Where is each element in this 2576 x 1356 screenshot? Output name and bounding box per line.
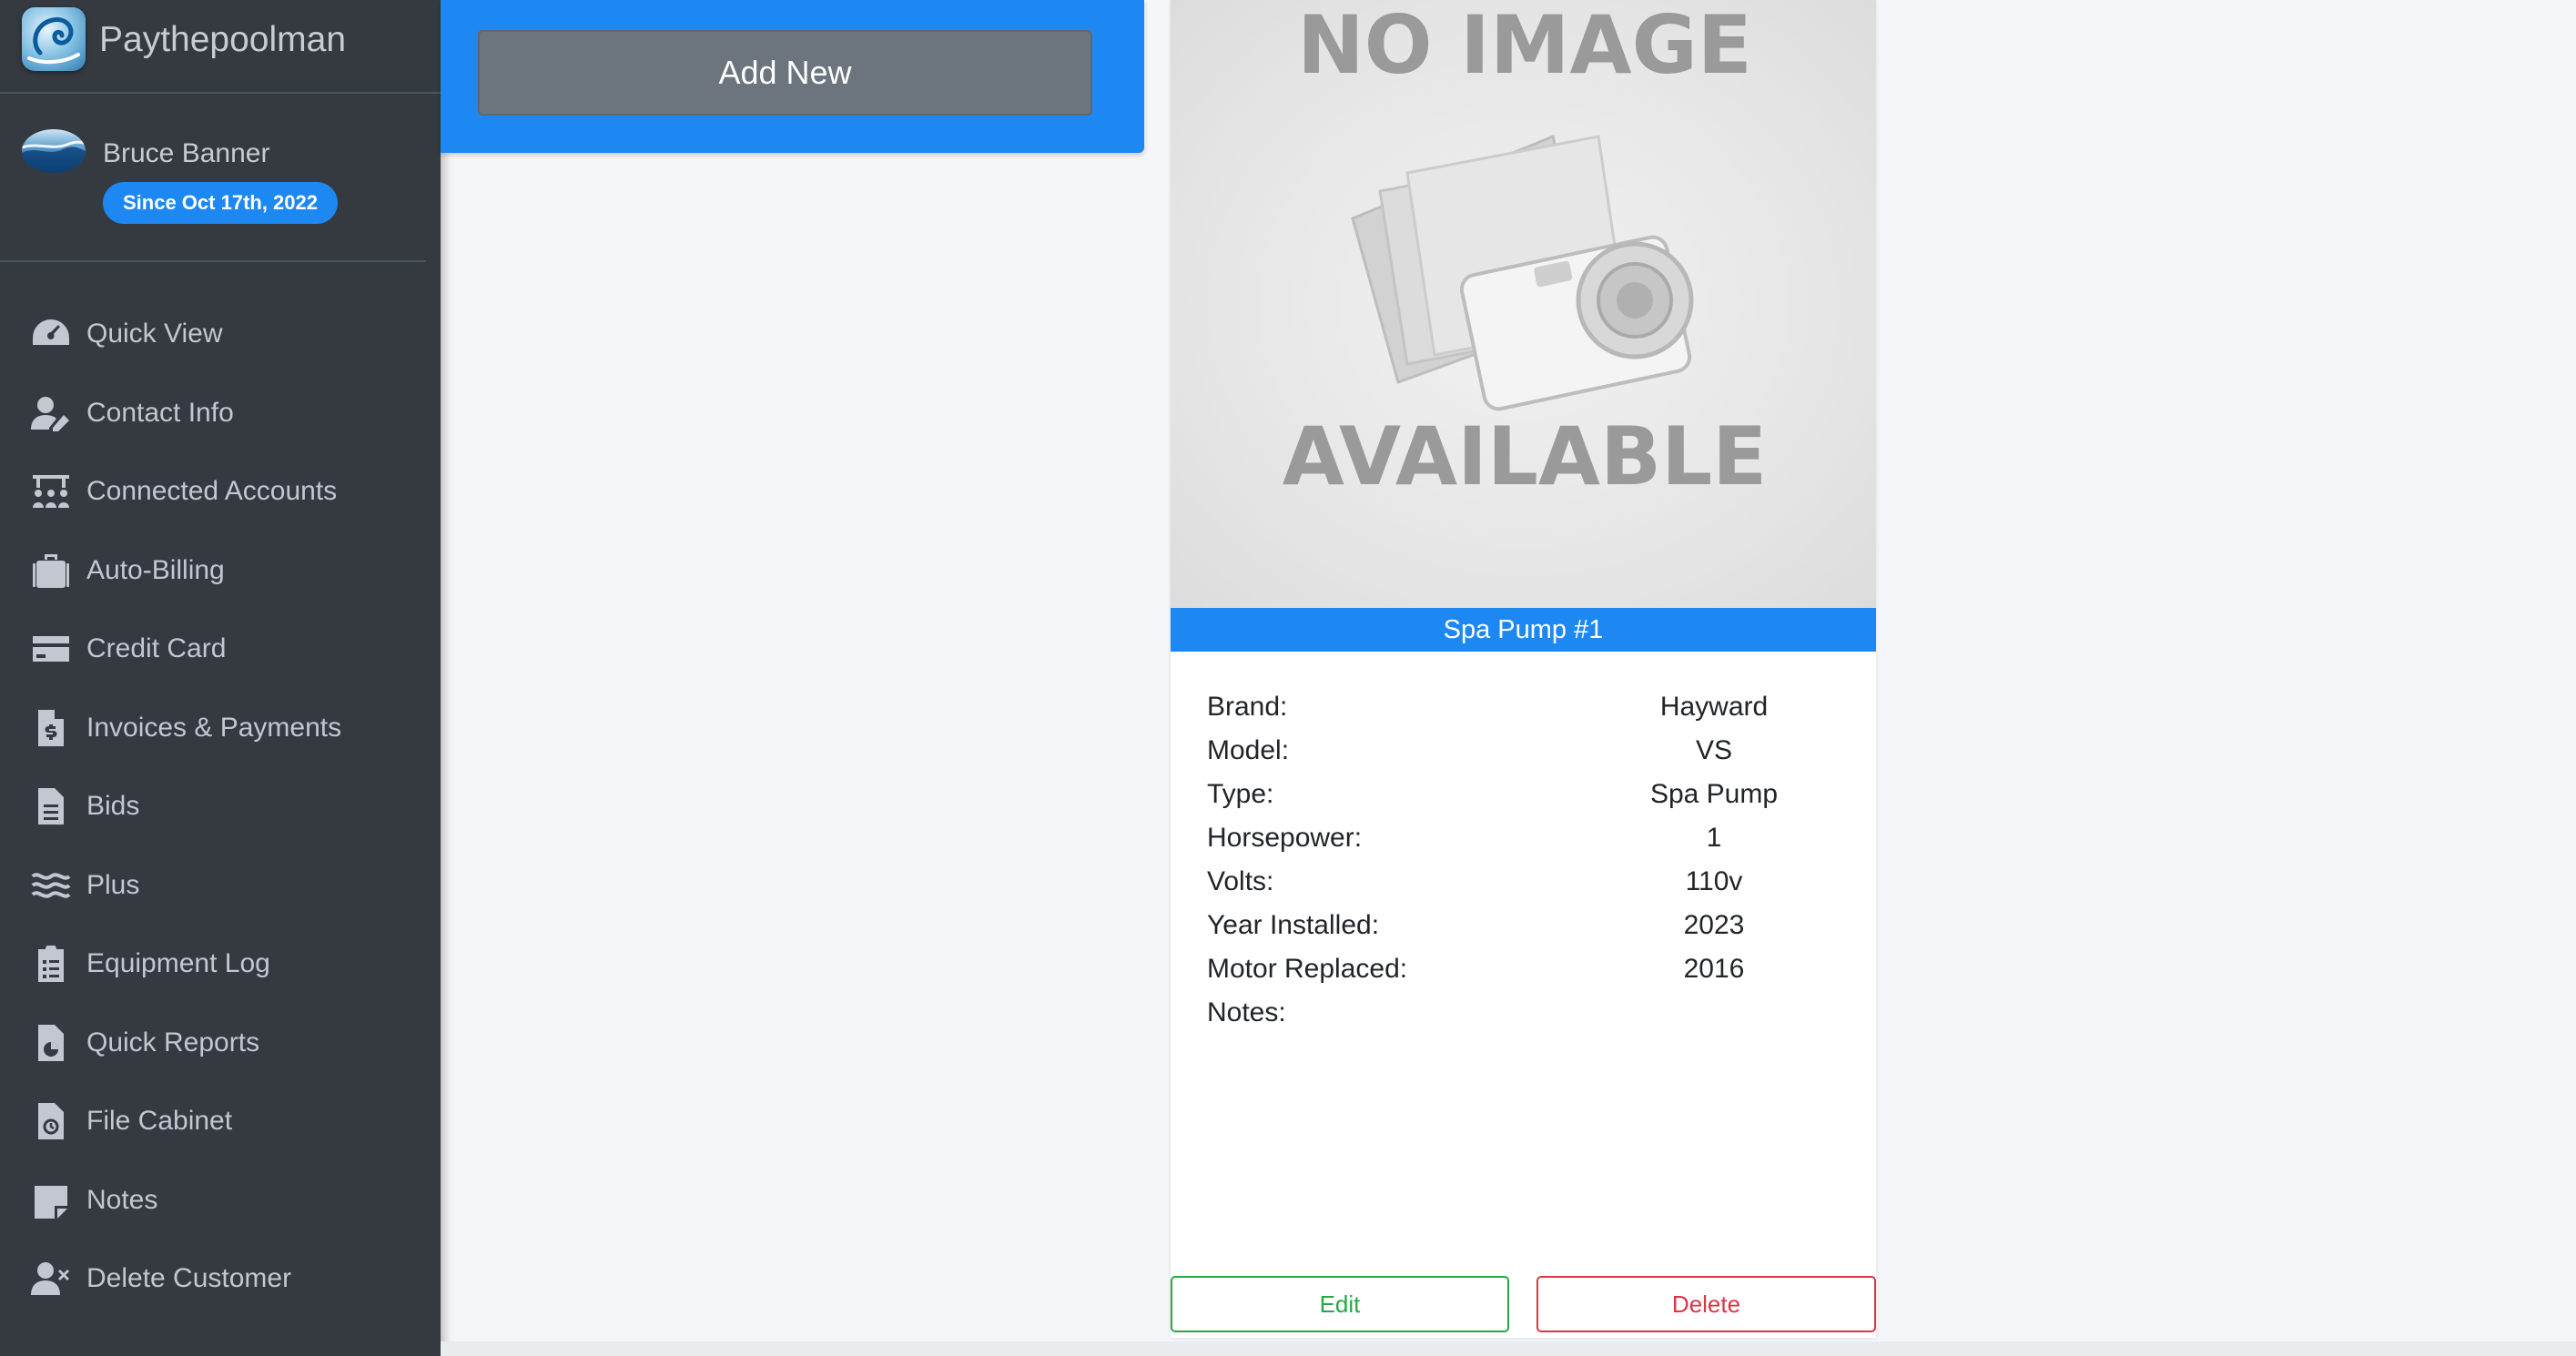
sidebar-item-contact-info[interactable]: Contact Info bbox=[0, 374, 441, 453]
sidebar-item-label: Delete Customer bbox=[86, 1263, 292, 1294]
sidebar-item-label: Connected Accounts bbox=[86, 476, 338, 507]
edit-button[interactable]: Edit bbox=[1171, 1276, 1509, 1332]
sidebar-item-plus[interactable]: Plus bbox=[0, 846, 441, 926]
spec-label: Motor Replaced: bbox=[1207, 954, 1408, 984]
add-equipment-panel: Add New bbox=[441, 0, 1144, 153]
brand-link[interactable]: Paythepoolman bbox=[0, 0, 441, 94]
member-since-badge: Since Oct 17th, 2022 bbox=[103, 182, 338, 224]
sidebar-item-notes[interactable]: Notes bbox=[0, 1161, 441, 1240]
spec-value: Spa Pump bbox=[1649, 779, 1779, 809]
file-cabinet-icon bbox=[29, 1101, 73, 1141]
sidebar-item-label: File Cabinet bbox=[86, 1106, 233, 1137]
file-alt-icon bbox=[29, 786, 73, 826]
spec-label: Model: bbox=[1207, 735, 1290, 765]
delete-button[interactable]: Delete bbox=[1536, 1276, 1876, 1332]
spec-row-brand: Brand: Hayward bbox=[1207, 692, 1844, 735]
spec-row-horsepower: Horsepower: 1 bbox=[1207, 823, 1844, 866]
user-times-icon bbox=[29, 1259, 73, 1299]
spec-row-notes: Notes: bbox=[1207, 997, 1844, 1041]
brand-name: Paythepoolman bbox=[99, 20, 347, 59]
equipment-card: NO IMAGE AVAILABLE Spa Pump #1 Brand: Ha… bbox=[1171, 0, 1876, 1338]
sidebar: Paythepoolman Bruce Banner Since Oct 17t… bbox=[0, 0, 441, 1356]
spec-label: Type: bbox=[1207, 779, 1274, 809]
sidebar-item-label: Quick Reports bbox=[86, 1027, 260, 1057]
spec-row-volts: Volts: 110v bbox=[1207, 866, 1844, 910]
sidebar-item-bids[interactable]: Bids bbox=[0, 767, 441, 846]
spec-value: 110v bbox=[1685, 866, 1743, 896]
sidebar-item-delete-customer[interactable]: Delete Customer bbox=[0, 1240, 441, 1319]
spec-row-year-installed: Year Installed: 2023 bbox=[1207, 910, 1844, 954]
sidebar-item-invoices-payments[interactable]: Invoices & Payments bbox=[0, 689, 441, 768]
spec-label: Notes: bbox=[1207, 997, 1286, 1027]
spec-value: 2023 bbox=[1683, 910, 1745, 940]
user-panel: Bruce Banner Since Oct 17th, 2022 bbox=[0, 95, 426, 262]
gauge-icon bbox=[29, 314, 73, 354]
suitcase-icon bbox=[29, 551, 73, 591]
spec-value: 2016 bbox=[1683, 954, 1745, 984]
user-edit-icon bbox=[29, 393, 73, 433]
spec-value: Hayward bbox=[1659, 692, 1769, 722]
equipment-image-placeholder: NO IMAGE AVAILABLE bbox=[1171, 0, 1876, 608]
brand-logo-icon bbox=[22, 7, 86, 71]
spec-value: 1 bbox=[1706, 823, 1722, 853]
sticky-note-icon bbox=[29, 1180, 73, 1220]
user-name[interactable]: Bruce Banner bbox=[103, 138, 269, 169]
footer-strip bbox=[441, 1341, 2576, 1356]
sidebar-item-equipment-log[interactable]: Equipment Log bbox=[0, 925, 441, 1004]
sidebar-nav: Quick View Contact Info Connected Accoun… bbox=[0, 295, 441, 1319]
sidebar-item-quick-view[interactable]: Quick View bbox=[0, 295, 441, 374]
sidebar-item-file-cabinet[interactable]: File Cabinet bbox=[0, 1082, 441, 1161]
no-image-text: NO IMAGE bbox=[1297, 0, 1752, 92]
equipment-title: Spa Pump #1 bbox=[1171, 608, 1876, 652]
available-text: AVAILABLE bbox=[1283, 410, 1768, 503]
spec-label: Year Installed: bbox=[1207, 910, 1380, 940]
clipboard-list-icon bbox=[29, 944, 73, 984]
file-invoice-dollar-icon bbox=[29, 708, 73, 748]
sidebar-item-label: Bids bbox=[86, 791, 140, 822]
spec-row-model: Model: VS bbox=[1207, 735, 1844, 779]
sidebar-item-label: Invoices & Payments bbox=[86, 712, 342, 743]
sidebar-item-credit-card[interactable]: Credit Card bbox=[0, 610, 441, 689]
sidebar-item-connected-accounts[interactable]: Connected Accounts bbox=[0, 452, 441, 531]
equipment-specs: Brand: Hayward Model: VS Type: Spa Pump … bbox=[1207, 692, 1844, 1041]
spec-row-type: Type: Spa Pump bbox=[1207, 779, 1844, 823]
sidebar-item-quick-reports[interactable]: Quick Reports bbox=[0, 1004, 441, 1083]
file-chart-icon bbox=[29, 1023, 73, 1063]
spec-row-motor-replaced: Motor Replaced: 2016 bbox=[1207, 954, 1844, 997]
camera-icon bbox=[1351, 134, 1694, 411]
sidebar-item-auto-billing[interactable]: Auto-Billing bbox=[0, 531, 441, 611]
sidebar-item-label: Notes bbox=[86, 1184, 158, 1215]
sidebar-item-label: Plus bbox=[86, 869, 140, 900]
spec-label: Brand: bbox=[1207, 692, 1288, 722]
users-board-icon bbox=[29, 471, 73, 511]
avatar bbox=[22, 129, 86, 173]
spec-label: Volts: bbox=[1207, 866, 1274, 896]
sidebar-item-label: Credit Card bbox=[86, 633, 227, 664]
credit-card-icon bbox=[29, 629, 73, 669]
sidebar-item-label: Contact Info bbox=[86, 397, 234, 428]
add-new-button[interactable]: Add New bbox=[478, 30, 1092, 116]
sidebar-item-label: Equipment Log bbox=[86, 948, 270, 979]
spec-value: VS bbox=[1695, 735, 1733, 765]
water-icon bbox=[29, 865, 73, 906]
sidebar-item-label: Auto-Billing bbox=[86, 554, 225, 585]
spec-label: Horsepower: bbox=[1207, 823, 1363, 853]
sidebar-item-label: Quick View bbox=[86, 319, 223, 349]
